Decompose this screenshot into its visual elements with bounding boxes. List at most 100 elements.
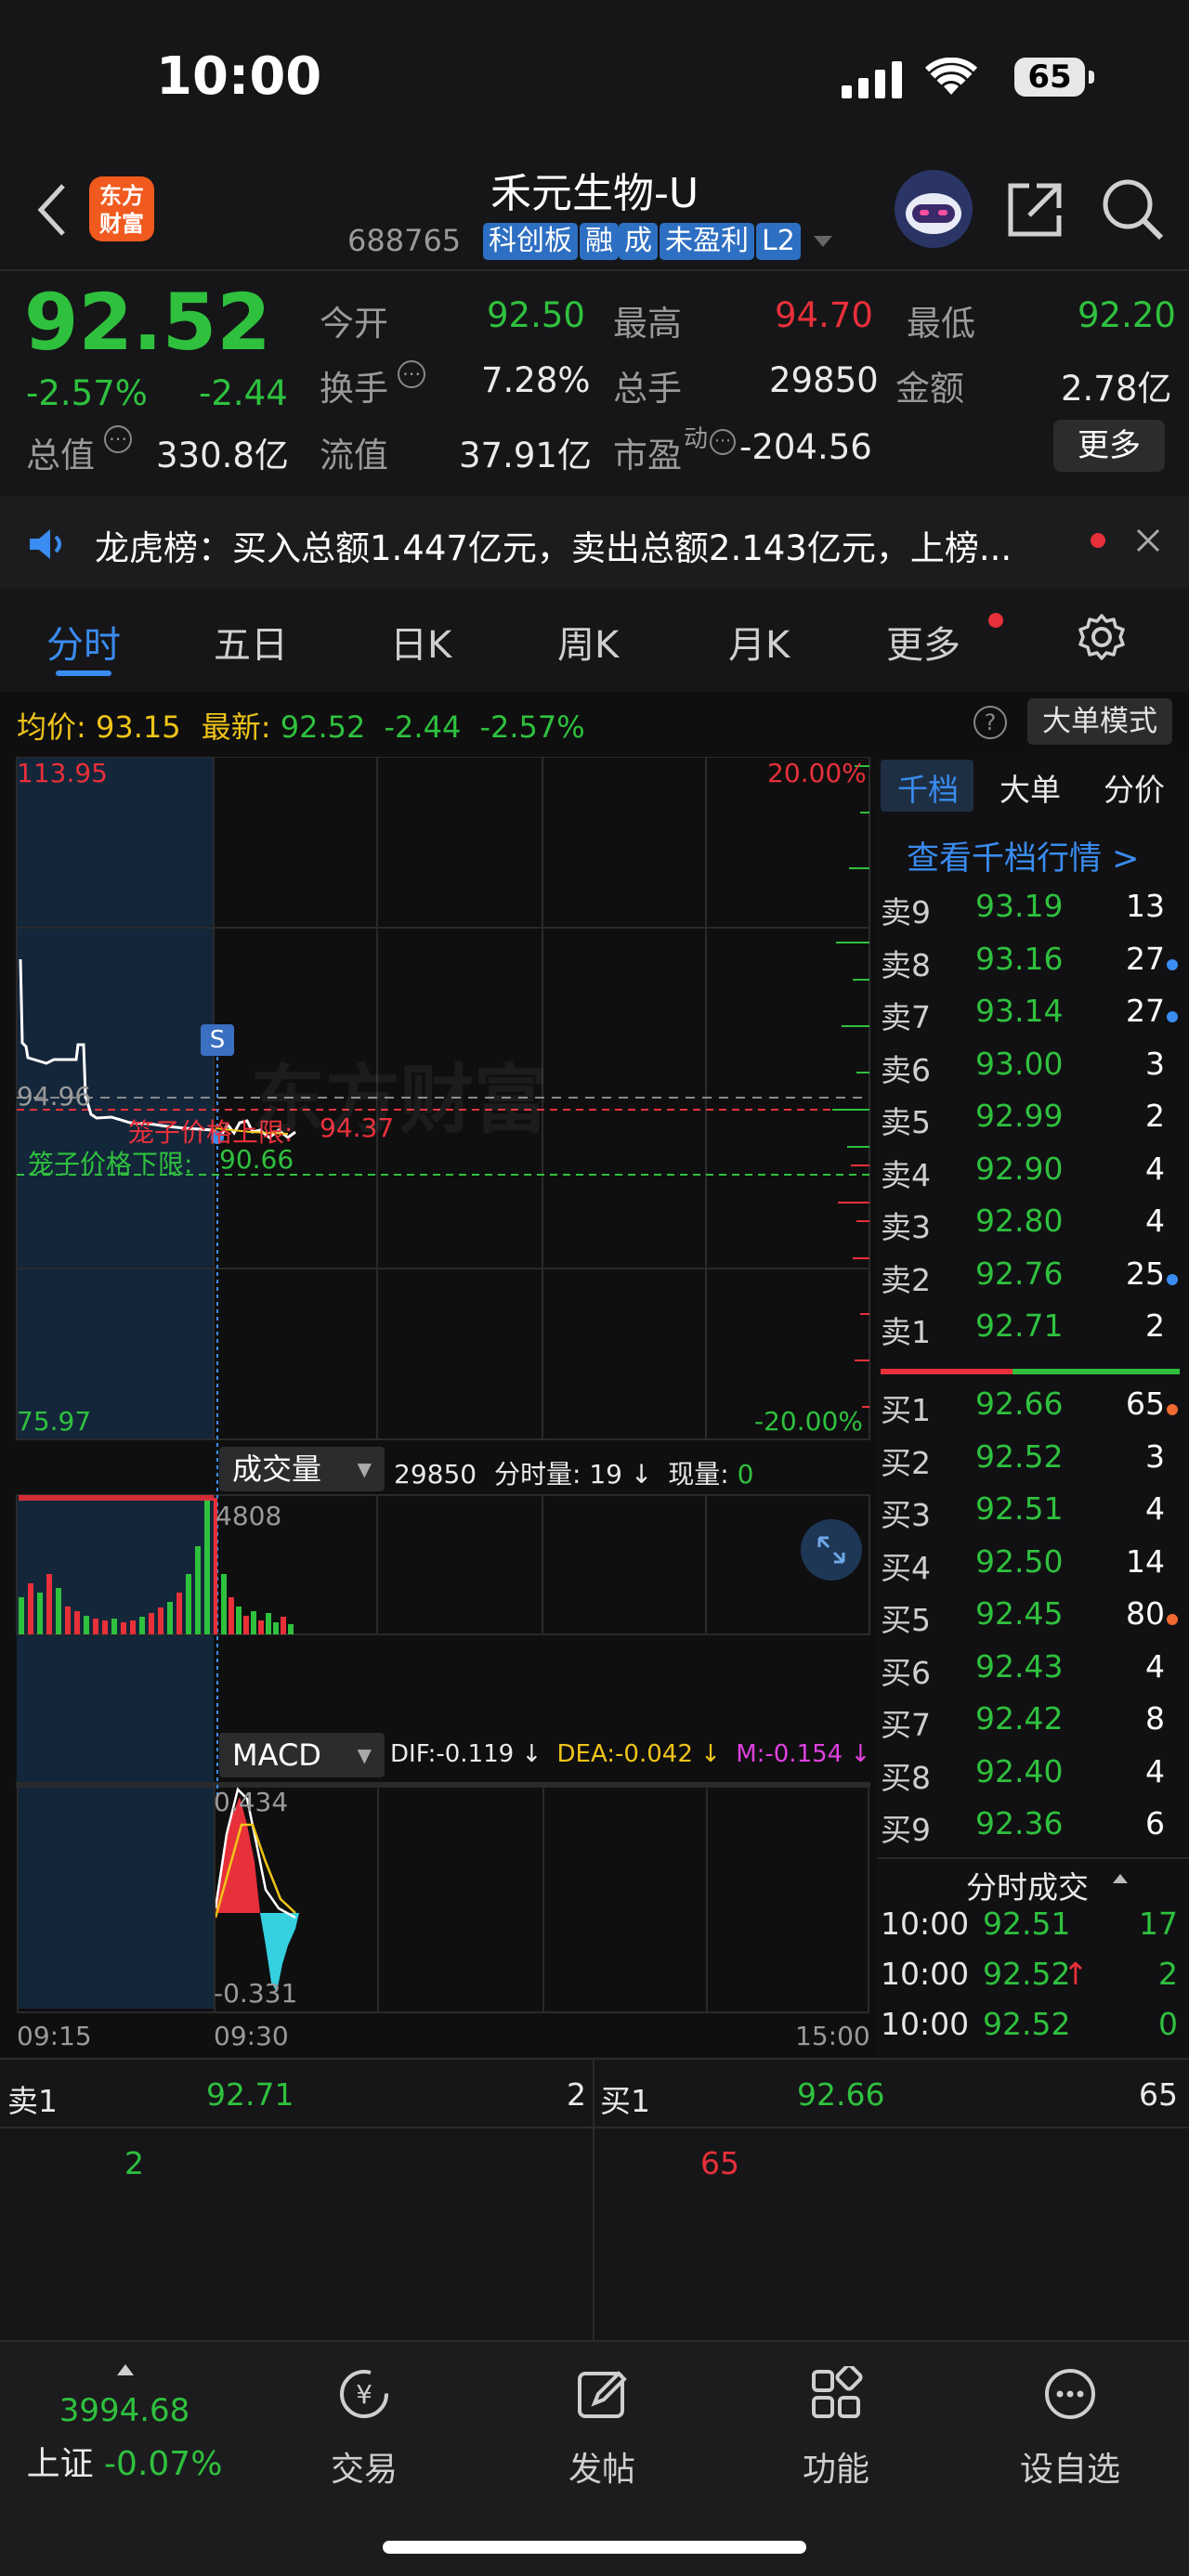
tick-price: 92.52 (983, 1956, 1071, 1992)
tab-five-day[interactable]: 五日 (214, 615, 288, 669)
tick-price: 92.52 (983, 2006, 1071, 2042)
macd-m: M:-0.154 ↓ (736, 1740, 871, 1768)
bid-volume: 4 (1145, 1752, 1165, 1789)
view-depth-link[interactable]: 查看千档行情 > (907, 832, 1139, 879)
bid-ask-ratio-sell (881, 1369, 1013, 1374)
macd-panel (17, 1783, 869, 2013)
nav-index[interactable]: 3994.68 上证 -0.07% (6, 2349, 243, 2576)
ask-row[interactable]: 卖3 92.80 4 (881, 1203, 1178, 1255)
ticks-header[interactable]: 分时成交 (966, 1863, 1089, 1907)
big-order-mode-button[interactable]: 大单模式 (1027, 698, 1172, 745)
open-value: 92.50 (487, 295, 585, 335)
tab-monthly[interactable]: 月K (728, 615, 790, 669)
ob-tab-thousand[interactable]: 千档 (897, 765, 959, 810)
tab-more-dot (988, 613, 1003, 628)
minute-volume-label: 分时量: (493, 1459, 581, 1490)
chevron-down-icon: ▼ (357, 1458, 372, 1480)
ask-row[interactable]: 卖9 93.19 13 (881, 888, 1178, 940)
indicator-selector[interactable]: MACD ▼ (219, 1733, 385, 1777)
info-icon[interactable]: ⋯ (104, 425, 132, 453)
tab-more[interactable]: 更多 (886, 615, 960, 669)
last-value: 92.52 (280, 709, 366, 745)
bid-volume: 8 (1145, 1700, 1165, 1737)
nav-watchlist[interactable]: 设自选 (951, 2349, 1189, 2576)
battery-indicator: 65 (1014, 58, 1094, 97)
y-axis-top: 113.95 (17, 758, 108, 788)
ask-level: 卖7 (881, 999, 931, 1035)
bid-row[interactable]: 买4 92.50 14 (881, 1543, 1178, 1595)
bid-volume: 14 (1126, 1542, 1165, 1580)
more-button[interactable]: 更多 (1053, 420, 1165, 472)
ask-row[interactable]: 卖4 92.90 4 (881, 1151, 1178, 1203)
close-icon[interactable] (1135, 527, 1161, 553)
tag-board: 科创板 (483, 223, 578, 260)
float-label: 流值 (320, 436, 388, 475)
bid-volume: 4 (1145, 1647, 1165, 1685)
bid-row[interactable]: 买8 92.40 4 (881, 1753, 1178, 1805)
bid-price: 92.42 (975, 1700, 1064, 1737)
share-icon[interactable] (1005, 180, 1065, 240)
ob-tab-big-order[interactable]: 大单 (1000, 765, 1061, 810)
ask-level: 卖5 (881, 1104, 931, 1140)
ask-row[interactable]: 卖8 93.16 27 (881, 941, 1178, 993)
tick-price: 92.51 (983, 1906, 1071, 1942)
bid-row[interactable]: 买1 92.66 65 (881, 1386, 1178, 1438)
ask-price: 92.80 (975, 1203, 1064, 1239)
bid-row[interactable]: 买2 92.52 3 (881, 1438, 1178, 1490)
change-amount: -2.44 (199, 373, 288, 413)
high-value: 94.70 (775, 295, 873, 335)
status-time: 10:00 (156, 46, 322, 107)
minute-volume: 19 (589, 1459, 622, 1490)
ob-tab-price-dist[interactable]: 分价 (1104, 765, 1165, 810)
cage-lower-label: 笼子价格下限: (28, 1149, 193, 1179)
bid-row[interactable]: 买5 92.45 80 (881, 1595, 1178, 1647)
search-icon[interactable] (1100, 176, 1165, 241)
dropdown-icon[interactable] (814, 236, 832, 247)
bid-row[interactable]: 买7 92.42 8 (881, 1700, 1178, 1752)
info-icon[interactable]: ⋯ (398, 360, 425, 388)
tab-weekly[interactable]: 周K (557, 615, 619, 669)
amount-value: 2.78亿 (1061, 369, 1172, 409)
open-label: 今开 (320, 304, 388, 344)
bid-price: 92.40 (975, 1752, 1064, 1789)
tick-row: 10:00 92.52 ↑ 2 (881, 1956, 1178, 2008)
ask-row[interactable]: 卖2 92.76 25 (881, 1255, 1178, 1308)
ask-price: 92.71 (975, 1308, 1064, 1344)
edit-post-icon (578, 2371, 627, 2418)
ask-row[interactable]: 卖1 92.71 2 (881, 1308, 1178, 1360)
bid-level: 买1 (881, 1392, 931, 1428)
more-circle-icon (1045, 2369, 1095, 2419)
ask-row[interactable]: 卖7 93.14 27 (881, 993, 1178, 1045)
home-indicator[interactable] (383, 2541, 806, 2554)
ask-level: 卖9 (881, 894, 931, 930)
robot-assistant-icon[interactable] (892, 167, 975, 251)
bid-row[interactable]: 买6 92.43 4 (881, 1648, 1178, 1700)
ask-row[interactable]: 卖5 92.99 2 (881, 1098, 1178, 1150)
stock-code: 688765 (347, 223, 462, 258)
banner-text[interactable]: 龙虎榜：买入总额1.447亿元，卖出总额2.143亿元，上榜... (95, 520, 1012, 570)
ask-volume: 2 (1145, 1098, 1165, 1134)
tag-l2: L2 (756, 223, 801, 260)
volume-total: 29850 (394, 1459, 477, 1490)
l1-bid-queue: 65 (700, 2145, 739, 2181)
tab-daily[interactable]: 日K (390, 615, 451, 669)
bid-volume: 65 (1126, 1386, 1165, 1422)
ask-row[interactable]: 卖6 93.00 3 (881, 1046, 1178, 1098)
volume-selector[interactable]: 成交量 ▼ (219, 1447, 385, 1491)
bid-row[interactable]: 买3 92.51 4 (881, 1490, 1178, 1542)
info-icon[interactable]: ⋯ (710, 429, 736, 455)
last-pct: -2.57% (479, 709, 585, 745)
indicator-selector-label: MACD (232, 1737, 321, 1773)
bid-row[interactable]: 买9 92.36 6 (881, 1805, 1178, 1857)
expand-icon (817, 1536, 845, 1564)
low-label: 最低 (907, 304, 975, 344)
sell-marker-label[interactable]: S (201, 1024, 234, 1056)
settings-gear-icon[interactable] (1078, 613, 1126, 661)
help-icon[interactable]: ? (973, 706, 1007, 739)
expand-chart-button[interactable] (801, 1519, 862, 1581)
bid-level: 买5 (881, 1602, 931, 1638)
ask-big-order-dot (1167, 958, 1178, 970)
tab-intraday[interactable]: 分时 (46, 615, 121, 669)
nav-index-label: 上证 -0.07% (26, 2445, 223, 2483)
ask-price: 92.99 (975, 1098, 1064, 1134)
